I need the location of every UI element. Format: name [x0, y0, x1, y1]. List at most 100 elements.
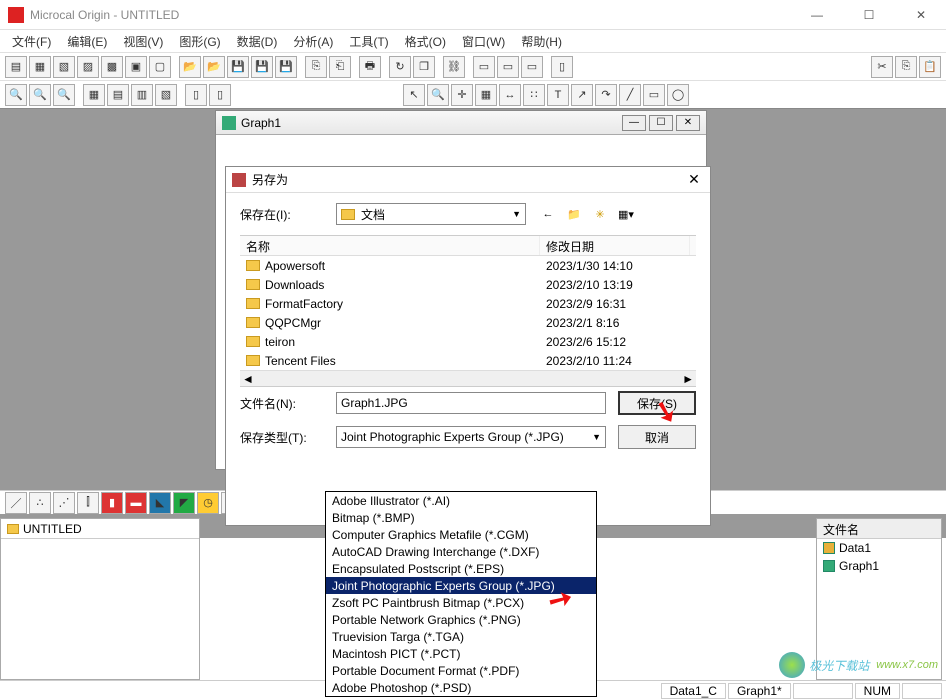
save-type-option[interactable]: Adobe Photoshop (*.PSD): [326, 679, 596, 696]
screen-reader-icon[interactable]: ▦: [475, 84, 497, 106]
print-icon[interactable]: 🖶: [359, 56, 381, 78]
scatter-plot-icon[interactable]: ∴: [29, 492, 51, 514]
view-explorer-icon[interactable]: ▯: [185, 84, 207, 106]
area-plot-icon[interactable]: ◣: [149, 492, 171, 514]
maximize-button[interactable]: ☐: [852, 4, 886, 26]
curved-arrow-icon[interactable]: ↷: [595, 84, 617, 106]
save-project-icon[interactable]: 💾: [275, 56, 297, 78]
column-plot-icon[interactable]: ▮: [101, 492, 123, 514]
window-tile-v-icon[interactable]: ▧: [155, 84, 177, 106]
graph-window-titlebar[interactable]: Graph1 — ☐ ✕: [216, 111, 706, 135]
menu-data[interactable]: 数据(D): [229, 31, 286, 52]
draw-data-icon[interactable]: ∷: [523, 84, 545, 106]
save-in-combo[interactable]: 文档 ▼: [336, 203, 526, 225]
save-type-option[interactable]: Adobe Illustrator (*.AI): [326, 492, 596, 509]
save-type-combo[interactable]: Joint Photographic Experts Group (*.JPG)…: [336, 426, 606, 448]
line-tool-icon[interactable]: ╱: [619, 84, 641, 106]
layer-tool-icon[interactable]: ▭: [521, 56, 543, 78]
minimize-button[interactable]: —: [800, 4, 834, 26]
zoom-in-icon[interactable]: 🔍: [5, 84, 27, 106]
file-row[interactable]: Downloads2023/2/10 13:19: [240, 275, 696, 294]
file-row[interactable]: FormatFactory2023/2/9 16:31: [240, 294, 696, 313]
open-icon[interactable]: 📂: [179, 56, 201, 78]
view-results-icon[interactable]: ▯: [209, 84, 231, 106]
new-workbook-icon[interactable]: ▦: [29, 56, 51, 78]
close-button[interactable]: ✕: [904, 4, 938, 26]
new-excel-icon[interactable]: ▨: [77, 56, 99, 78]
save-type-option[interactable]: Portable Network Graphics (*.PNG): [326, 611, 596, 628]
menu-graph[interactable]: 图形(G): [171, 31, 228, 52]
window-list-item[interactable]: Graph1: [817, 557, 941, 575]
refresh-icon[interactable]: ↻: [389, 56, 411, 78]
copy-icon[interactable]: ⎘: [895, 56, 917, 78]
menu-edit[interactable]: 编辑(E): [59, 31, 115, 52]
save-button[interactable]: 保存(S): [618, 391, 696, 415]
file-row[interactable]: QQPCMgr2023/2/1 8:16: [240, 313, 696, 332]
new-layout-icon[interactable]: ▣: [125, 56, 147, 78]
save-type-option[interactable]: Encapsulated Postscript (*.EPS): [326, 560, 596, 577]
file-row[interactable]: teiron2023/2/6 15:12: [240, 332, 696, 351]
save-type-option[interactable]: Bitmap (*.BMP): [326, 509, 596, 526]
import-multi-icon[interactable]: ⎗: [329, 56, 351, 78]
save-type-option[interactable]: Portable Document Format (*.PDF): [326, 662, 596, 679]
project-root[interactable]: UNTITLED: [1, 519, 199, 539]
dialog-close-button[interactable]: ✕: [684, 171, 704, 189]
filename-input[interactable]: Graph1.JPG: [336, 392, 606, 414]
circle-tool-icon[interactable]: ◯: [667, 84, 689, 106]
fill-area-icon[interactable]: ◤: [173, 492, 195, 514]
line-plot-icon[interactable]: ／: [5, 492, 27, 514]
view-menu-button[interactable]: ▦▾: [616, 204, 636, 224]
cancel-button[interactable]: 取消: [618, 425, 696, 449]
save-type-option[interactable]: Computer Graphics Metafile (*.CGM): [326, 526, 596, 543]
import-ascii-icon[interactable]: ⎘: [305, 56, 327, 78]
add-layer-icon[interactable]: ▭: [497, 56, 519, 78]
save-type-option[interactable]: Truevision Targa (*.TGA): [326, 628, 596, 645]
column-header-date[interactable]: 修改日期: [540, 236, 690, 255]
window-tile-h-icon[interactable]: ▥: [131, 84, 153, 106]
back-button[interactable]: ←: [538, 204, 558, 224]
rect-tool-icon[interactable]: ▭: [643, 84, 665, 106]
zoom-full-icon[interactable]: 🔍: [53, 84, 75, 106]
column-header-name[interactable]: 名称: [240, 236, 540, 255]
dialog-titlebar[interactable]: 另存为 ✕: [226, 167, 710, 193]
file-row[interactable]: Apowersoft2023/1/30 14:10: [240, 256, 696, 275]
graph-min-button[interactable]: —: [622, 115, 646, 131]
save-template-icon[interactable]: 💾: [251, 56, 273, 78]
zoom-tool-icon[interactable]: 🔍: [427, 84, 449, 106]
menu-help[interactable]: 帮助(H): [513, 31, 570, 52]
menu-file[interactable]: 文件(F): [4, 31, 59, 52]
save-icon[interactable]: 💾: [227, 56, 249, 78]
menu-tools[interactable]: 工具(T): [341, 31, 396, 52]
save-type-option[interactable]: Macintosh PICT (*.PCT): [326, 645, 596, 662]
rescale-icon[interactable]: ▭: [473, 56, 495, 78]
arrow-tool-icon[interactable]: ↗: [571, 84, 593, 106]
window-cascade-icon[interactable]: ▤: [107, 84, 129, 106]
menu-format[interactable]: 格式(O): [397, 31, 454, 52]
pie-plot-icon[interactable]: ◷: [197, 492, 219, 514]
data-selector-icon[interactable]: ↔: [499, 84, 521, 106]
window-tile-icon[interactable]: ▦: [83, 84, 105, 106]
vertical-drop-icon[interactable]: ⫿: [77, 492, 99, 514]
text-tool-icon[interactable]: T: [547, 84, 569, 106]
column-tool-icon[interactable]: ▯: [551, 56, 573, 78]
menu-view[interactable]: 视图(V): [115, 31, 171, 52]
new-matrix-icon[interactable]: ▧: [53, 56, 75, 78]
results-log-icon[interactable]: ⛓: [443, 56, 465, 78]
up-folder-button[interactable]: 📁: [564, 204, 584, 224]
menu-window[interactable]: 窗口(W): [454, 31, 513, 52]
new-folder-button[interactable]: ✳: [590, 204, 610, 224]
graph-max-button[interactable]: ☐: [649, 115, 673, 131]
menu-analysis[interactable]: 分析(A): [285, 31, 341, 52]
file-row[interactable]: Tencent Files2023/2/10 11:24: [240, 351, 696, 370]
graph-close-button[interactable]: ✕: [676, 115, 700, 131]
new-graph-icon[interactable]: ▩: [101, 56, 123, 78]
open-template-icon[interactable]: 📂: [203, 56, 225, 78]
window-list-item[interactable]: Data1: [817, 539, 941, 557]
pointer-icon[interactable]: ↖: [403, 84, 425, 106]
line-symbol-icon[interactable]: ⋰: [53, 492, 75, 514]
horizontal-scrollbar[interactable]: ◄►: [240, 370, 696, 386]
duplicate-icon[interactable]: ❐: [413, 56, 435, 78]
data-reader-icon[interactable]: ✛: [451, 84, 473, 106]
bar-plot-icon[interactable]: ▬: [125, 492, 147, 514]
paste-icon[interactable]: 📋: [919, 56, 941, 78]
